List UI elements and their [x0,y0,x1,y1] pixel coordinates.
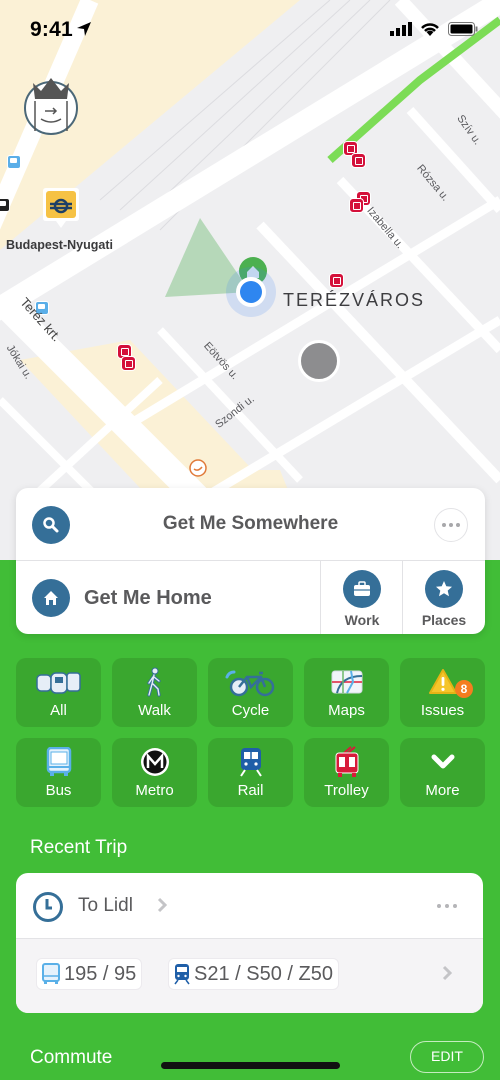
battery-icon [448,22,478,36]
trip-destination: To Lidl [78,895,133,916]
search-card: Get Me Somewhere Get Me Home Work Places [16,488,485,634]
mode-rail[interactable]: Rail [208,738,293,807]
mode-more[interactable]: More [400,738,485,807]
station-label[interactable]: Budapest-Nyugati [6,238,113,252]
chevron-right-icon [442,965,453,981]
status-time: 9:41 [30,18,73,41]
route-chip-bus: 195 / 95 [36,958,143,990]
train-icon [174,964,190,985]
metro-icon [140,748,169,776]
mode-maps[interactable]: Maps [304,658,389,727]
get-me-home-label: Get Me Home [84,587,212,609]
mode-label: Metro [135,782,174,799]
places-label: Places [421,612,467,628]
warning-icon [428,669,457,694]
mode-label: Cycle [231,702,270,719]
briefcase-icon [343,570,381,608]
location-arrow-icon [77,22,91,36]
home-indicator[interactable] [161,1062,340,1069]
bus-stop-icon[interactable] [0,198,10,212]
bicycle-icon [225,670,274,697]
mode-label: Rail [237,782,264,799]
more-options-button[interactable] [434,508,468,542]
mode-metro[interactable]: Metro [112,738,197,807]
mode-label: Maps [328,702,365,719]
get-me-somewhere-button[interactable]: Get Me Somewhere [16,488,485,561]
recent-trip-heading: Recent Trip [30,837,128,858]
mode-walk[interactable]: Walk [112,658,197,727]
tram-stop-icon[interactable] [121,356,136,371]
bus-icon [42,963,60,984]
walk-icon [146,667,161,697]
map-view[interactable]: 9:41 Budapest-Nyugati Teréz krt. Jókai u… [0,0,500,560]
mode-cycle[interactable]: Cycle [208,658,293,727]
mode-label: Walk [138,702,171,719]
bike-dock-icon[interactable] [188,458,208,478]
issues-count-badge: 8 [455,680,473,698]
place-marker[interactable] [298,340,340,382]
trip-route-row[interactable]: 195 / 95 S21 / S50 / Z50 [16,939,483,1013]
bus-stop-icon[interactable] [7,155,21,169]
work-label: Work [344,612,380,628]
tram-stop-icon[interactable] [329,273,344,288]
mode-label: More [425,782,460,799]
mode-label: Issues [420,702,465,719]
rail-station-pin-icon[interactable] [42,186,80,232]
commute-heading: Commute [30,1047,113,1068]
bus-icon [46,747,71,776]
home-icon [32,579,70,617]
train-icon [239,748,262,777]
mode-bus[interactable]: Bus [16,738,101,807]
transit-mode-grid: All Walk Cycle Maps 8 Issues Bus Metro R… [16,658,485,807]
chevron-down-icon [431,754,454,769]
recent-trip-card[interactable]: To Lidl 195 / 95 S21 / S50 / Z50 [16,873,483,1013]
mode-issues[interactable]: 8 Issues [400,658,485,727]
wifi-icon [421,23,439,36]
user-location-icon [236,277,266,307]
clock-icon [33,892,63,922]
all-transit-icon [35,672,81,694]
tram-stop-icon[interactable] [351,153,366,168]
mode-label: Trolley [324,782,369,799]
places-button[interactable]: Places [402,561,485,634]
chevron-right-icon [157,897,168,913]
signal-icon [390,22,412,36]
trip-options-button[interactable] [437,904,457,908]
mode-trolley[interactable]: Trolley [304,738,389,807]
mode-label: All [50,702,67,719]
transit-map-icon [331,670,362,694]
tram-stop-icon[interactable] [349,198,364,213]
mode-all[interactable]: All [16,658,101,727]
mode-label: Bus [45,782,72,799]
trolleybus-icon [335,746,358,777]
get-me-home-button[interactable]: Get Me Home [16,561,320,634]
get-me-somewhere-label: Get Me Somewhere [162,513,339,534]
work-button[interactable]: Work [320,561,403,634]
route-lines: S21 / S50 / Z50 [194,962,333,985]
star-icon [425,570,463,608]
route-lines: 195 / 95 [64,962,137,985]
district-label: TERÉZVÁROS [283,290,426,310]
profile-avatar-icon[interactable] [23,75,80,135]
route-chip-rail: S21 / S50 / Z50 [168,958,339,990]
status-bar: 9:41 [0,0,500,60]
edit-commute-button[interactable]: EDIT [410,1041,484,1073]
